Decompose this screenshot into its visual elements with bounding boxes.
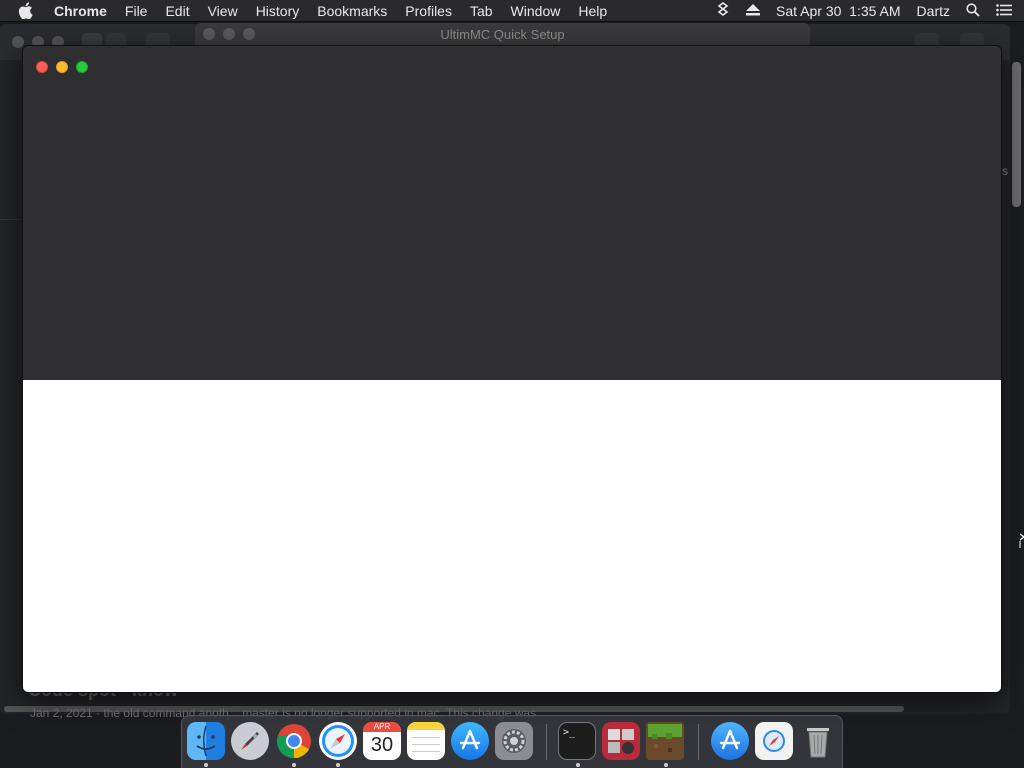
- spotlight-search-icon[interactable]: [966, 2, 980, 20]
- menu-profiles[interactable]: Profiles: [405, 3, 452, 19]
- eject-icon[interactable]: [746, 3, 761, 19]
- notes-icon[interactable]: [407, 722, 445, 760]
- mouse-cursor-icon: [1019, 533, 1024, 554]
- menu-help[interactable]: Help: [578, 3, 607, 19]
- chrome-running-indicator: [292, 763, 296, 767]
- photo-booth-icon[interactable]: [602, 722, 640, 760]
- terminal-running-indicator: [576, 763, 580, 767]
- close-button[interactable]: [36, 61, 48, 73]
- calendar-day: 30: [370, 734, 394, 756]
- dock: APR 30 >_: [181, 715, 843, 768]
- finder-running-indicator: [204, 763, 208, 767]
- launchpad-icon[interactable]: [231, 722, 269, 760]
- safari-icon[interactable]: [319, 722, 357, 760]
- minecraft-running-indicator: [664, 763, 668, 767]
- trash-icon[interactable]: [799, 722, 837, 760]
- safari-running-indicator: [336, 763, 340, 767]
- calendar-icon[interactable]: APR 30: [363, 722, 401, 760]
- background-peek-letter: s: [1002, 164, 1008, 178]
- system-preferences-icon[interactable]: [495, 722, 533, 760]
- chrome-icon[interactable]: [275, 722, 313, 760]
- dock-separator: [546, 724, 547, 760]
- dock-separator-2: [698, 724, 699, 760]
- terminal-prompt: >_: [563, 727, 576, 738]
- background-sidebar-strip: [0, 60, 24, 220]
- control-center-icon[interactable]: [996, 3, 1012, 19]
- user-name[interactable]: Dartz: [917, 3, 950, 19]
- terminal-icon[interactable]: >_: [558, 722, 596, 760]
- setup-window-title: UltimMC Quick Setup: [440, 27, 565, 42]
- setup-window-titlebar: UltimMC Quick Setup: [195, 23, 810, 47]
- zoom-button[interactable]: [76, 61, 88, 73]
- dropbox-icon[interactable]: [716, 1, 730, 21]
- menu-history[interactable]: History: [256, 3, 300, 19]
- apple-menu-icon[interactable]: [18, 2, 40, 19]
- app-store-icon[interactable]: [451, 722, 489, 760]
- calendar-month: APR: [363, 722, 401, 732]
- menu-tab[interactable]: Tab: [470, 3, 493, 19]
- minimize-button[interactable]: [56, 61, 68, 73]
- menu-bar: Chrome File Edit View History Bookmarks …: [0, 0, 1024, 22]
- minecraft-icon[interactable]: [646, 722, 684, 760]
- clock[interactable]: Sat Apr 30 1:35 AM: [776, 3, 901, 19]
- menu-edit[interactable]: Edit: [165, 3, 189, 19]
- menu-app-chrome[interactable]: Chrome: [54, 3, 107, 19]
- window-dark-region: [23, 46, 1001, 380]
- applications-folder-icon[interactable]: [711, 722, 749, 760]
- blank-app-window: [22, 45, 1002, 693]
- finder-icon[interactable]: [187, 722, 225, 760]
- background-vertical-scrollbar[interactable]: [1012, 62, 1021, 207]
- menu-window[interactable]: Window: [511, 3, 561, 19]
- downloads-folder-icon[interactable]: [755, 722, 793, 760]
- menu-view[interactable]: View: [208, 3, 238, 19]
- menu-file[interactable]: File: [125, 3, 148, 19]
- window-white-region: [23, 380, 1001, 692]
- menu-bookmarks[interactable]: Bookmarks: [317, 3, 387, 19]
